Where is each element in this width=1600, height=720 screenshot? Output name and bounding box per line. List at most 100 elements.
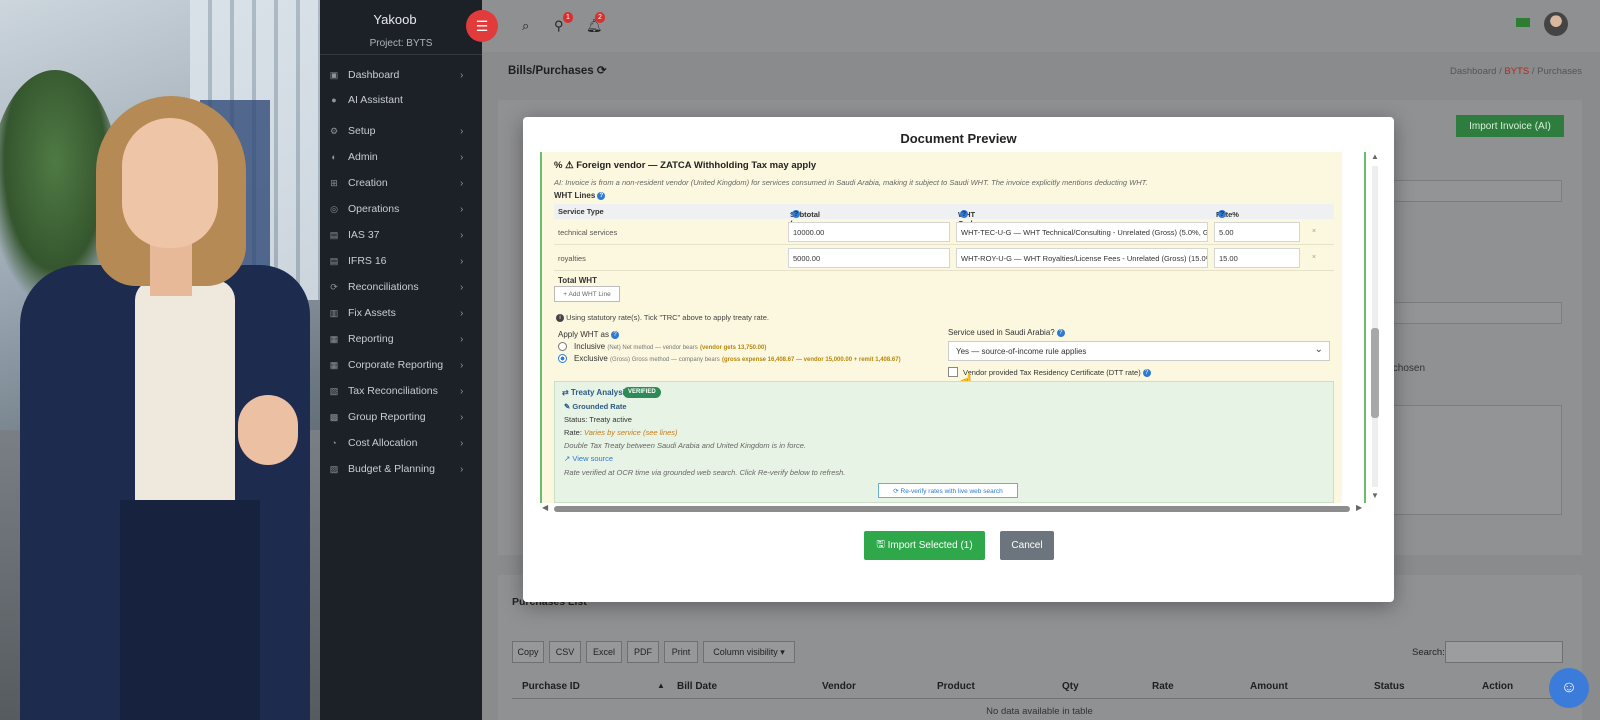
copy-button[interactable]: Copy bbox=[512, 641, 544, 663]
chevron-right-icon: › bbox=[460, 437, 464, 449]
excel-button[interactable]: Excel bbox=[586, 641, 622, 663]
sidebar-item-dashboard[interactable]: ▣ Dashboard › bbox=[320, 64, 482, 86]
sidebar-item-tax-reconciliations[interactable]: ▧ Tax Reconciliations › bbox=[320, 380, 482, 402]
chat-bot-button[interactable]: ☺ bbox=[1549, 668, 1589, 708]
sidebar-item-operations[interactable]: ◎ Operations › bbox=[320, 198, 482, 220]
column-header: Service Type bbox=[558, 207, 604, 216]
avatar[interactable] bbox=[1544, 12, 1568, 36]
sidebar-item-fix-assets[interactable]: ▥ Fix Assets › bbox=[320, 302, 482, 324]
wht-code-select[interactable]: WHT-TEC-U-G — WHT Technical/Consulting -… bbox=[956, 222, 1208, 242]
sidebar-item-setup[interactable]: ⚙ Setup › bbox=[320, 120, 482, 142]
print-button[interactable]: Print bbox=[664, 641, 698, 663]
menu-toggle-button[interactable]: ☰ bbox=[466, 10, 498, 42]
preview-content: % ⚠ Foreign vendor — ZATCA Withholding T… bbox=[542, 152, 1342, 503]
cancel-button[interactable]: Cancel bbox=[1000, 531, 1054, 560]
admin-icon: ◐ bbox=[331, 152, 337, 162]
treaty-verified-note: Rate verified at OCR time via grounded w… bbox=[564, 468, 846, 477]
presenter-hand bbox=[238, 395, 298, 465]
network-badge: 1 bbox=[563, 12, 573, 23]
sidebar-item-ifrs-16[interactable]: ▤ IFRS 16 › bbox=[320, 250, 482, 272]
column-header[interactable]: Amount bbox=[1250, 681, 1288, 692]
rate-input[interactable]: 5.00 bbox=[1214, 222, 1300, 242]
sidebar-item-creation[interactable]: ⊞ Creation › bbox=[320, 172, 482, 194]
column-header[interactable]: Status bbox=[1374, 681, 1405, 692]
document-icon: ▤ bbox=[329, 229, 339, 240]
building-icon: ▥ bbox=[329, 307, 339, 318]
vertical-scrollbar[interactable]: ▲ ▼ bbox=[1369, 152, 1381, 503]
chevron-right-icon: › bbox=[460, 411, 464, 423]
scroll-down-icon[interactable]: ▼ bbox=[1369, 491, 1381, 500]
import-selected-button[interactable]: 🖫︎ Import Selected (1) bbox=[864, 531, 985, 560]
sidebar-item-label: Corporate Reporting bbox=[348, 359, 444, 371]
statutory-note: i Using statutory rate(s). Tick "TRC" ab… bbox=[554, 313, 769, 322]
reverify-rates-button[interactable]: ⟳ Re-verify rates with live web search bbox=[878, 483, 1018, 498]
presenter-pants bbox=[120, 500, 260, 720]
presenter-video bbox=[0, 0, 320, 720]
sort-icon[interactable]: ▲ bbox=[657, 681, 665, 690]
scroll-up-icon[interactable]: ▲ bbox=[1369, 152, 1381, 161]
sidebar-item-cost-allocation[interactable]: ◔ Cost Allocation › bbox=[320, 432, 482, 454]
info-icon: ? bbox=[1056, 329, 1065, 337]
remove-line-icon[interactable]: × bbox=[1312, 254, 1316, 261]
remove-line-icon[interactable]: × bbox=[1312, 228, 1316, 235]
sidebar-item-budget-planning[interactable]: ▨ Budget & Planning › bbox=[320, 458, 482, 480]
rate-input[interactable]: 15.00 bbox=[1214, 248, 1300, 268]
column-header[interactable]: Qty bbox=[1062, 681, 1079, 692]
sidebar-item-group-reporting[interactable]: ▩ Group Reporting › bbox=[320, 406, 482, 428]
bell-icon[interactable]: 🔔︎ 2 bbox=[586, 12, 605, 34]
column-header[interactable]: Rate bbox=[1152, 681, 1174, 692]
preview-pane[interactable]: % ⚠ Foreign vendor — ZATCA Withholding T… bbox=[540, 152, 1366, 503]
breadcrumb-dashboard[interactable]: Dashboard bbox=[1450, 66, 1496, 77]
service-type-cell: royalties bbox=[558, 254, 586, 263]
sidebar-item-label: Operations bbox=[348, 203, 400, 215]
sidebar-item-label: Reconciliations bbox=[348, 281, 419, 293]
service-used-select[interactable]: Yes — source-of-income rule applies ⌄ bbox=[948, 341, 1330, 361]
column-header[interactable]: Bill Date bbox=[677, 681, 717, 692]
wht-warning-description: AI: Invoice is from a non-resident vendo… bbox=[554, 178, 1148, 187]
inclusive-radio[interactable] bbox=[558, 342, 567, 351]
search-icon[interactable]: ⌕ bbox=[522, 18, 529, 34]
trc-label: Vendor provided Tax Residency Certificat… bbox=[963, 368, 1151, 377]
sync-icon: ⟳ bbox=[330, 281, 338, 292]
sidebar-item-ai-assistant[interactable]: ● AI Assistant bbox=[320, 89, 482, 111]
import-invoice-ai-button[interactable]: Import Invoice (AI) bbox=[1456, 115, 1564, 137]
language-flag-icon[interactable] bbox=[1516, 18, 1530, 27]
sidebar-item-ias-37[interactable]: ▤ IAS 37 › bbox=[320, 224, 482, 246]
scroll-thumb[interactable] bbox=[1371, 328, 1379, 418]
horizontal-scrollbar[interactable]: ◀ ▶ bbox=[542, 503, 1366, 515]
wht-code-select[interactable]: WHT-ROY-U-G — WHT Royalties/License Fees… bbox=[956, 248, 1208, 268]
csv-button[interactable]: CSV bbox=[549, 641, 581, 663]
info-icon: ? bbox=[1218, 209, 1226, 218]
scroll-thumb[interactable] bbox=[554, 506, 1350, 512]
table-row: technical services 10000.00 WHT-TEC-U-G … bbox=[554, 219, 1334, 245]
column-header[interactable]: Purchase ID bbox=[522, 681, 580, 692]
wht-lines-label: WHT Lines? bbox=[554, 191, 606, 200]
sidebar-item-reporting[interactable]: ▦ Reporting › bbox=[320, 328, 482, 350]
pdf-button[interactable]: PDF bbox=[627, 641, 659, 663]
scroll-left-icon[interactable]: ◀ bbox=[542, 503, 548, 512]
network-icon[interactable]: ⚲ 1 bbox=[554, 12, 573, 34]
treaty-dtt-note: Double Tax Treaty between Saudi Arabia a… bbox=[564, 441, 806, 450]
inclusive-option[interactable]: Inclusive (Net) Net method — vendor bear… bbox=[574, 342, 766, 351]
view-source-link[interactable]: ↗ View source bbox=[564, 454, 613, 463]
column-header[interactable]: Vendor bbox=[822, 681, 856, 692]
add-wht-line-button[interactable]: + Add WHT Line bbox=[554, 286, 620, 302]
document-preview-modal: Document Preview % ⚠ Foreign vendor — ZA… bbox=[523, 117, 1394, 602]
sidebar-item-reconciliations[interactable]: ⟳ Reconciliations › bbox=[320, 276, 482, 298]
scroll-right-icon[interactable]: ▶ bbox=[1356, 503, 1362, 512]
column-visibility-button[interactable]: Column visibility ▾ bbox=[703, 641, 795, 663]
column-header[interactable]: Action bbox=[1482, 681, 1513, 692]
sidebar-item-corporate-reporting[interactable]: ▦ Corporate Reporting › bbox=[320, 354, 482, 376]
pencil-icon: ✎ bbox=[564, 402, 571, 411]
search-input[interactable] bbox=[1445, 641, 1563, 663]
exclusive-option[interactable]: Exclusive (Gross) Gross method — company… bbox=[574, 354, 901, 363]
column-header[interactable]: Product bbox=[937, 681, 975, 692]
subtotal-input[interactable]: 10000.00 bbox=[788, 222, 950, 242]
breadcrumb-project[interactable]: BYTS bbox=[1504, 66, 1529, 77]
refresh-icon[interactable]: ⟳ bbox=[597, 65, 607, 77]
exclusive-radio[interactable] bbox=[558, 354, 567, 363]
sidebar-item-admin[interactable]: ◐ Admin › bbox=[320, 146, 482, 168]
sidebar-item-label: Budget & Planning bbox=[348, 463, 435, 475]
subtotal-input[interactable]: 5000.00 bbox=[788, 248, 950, 268]
info-icon: i bbox=[556, 314, 564, 322]
